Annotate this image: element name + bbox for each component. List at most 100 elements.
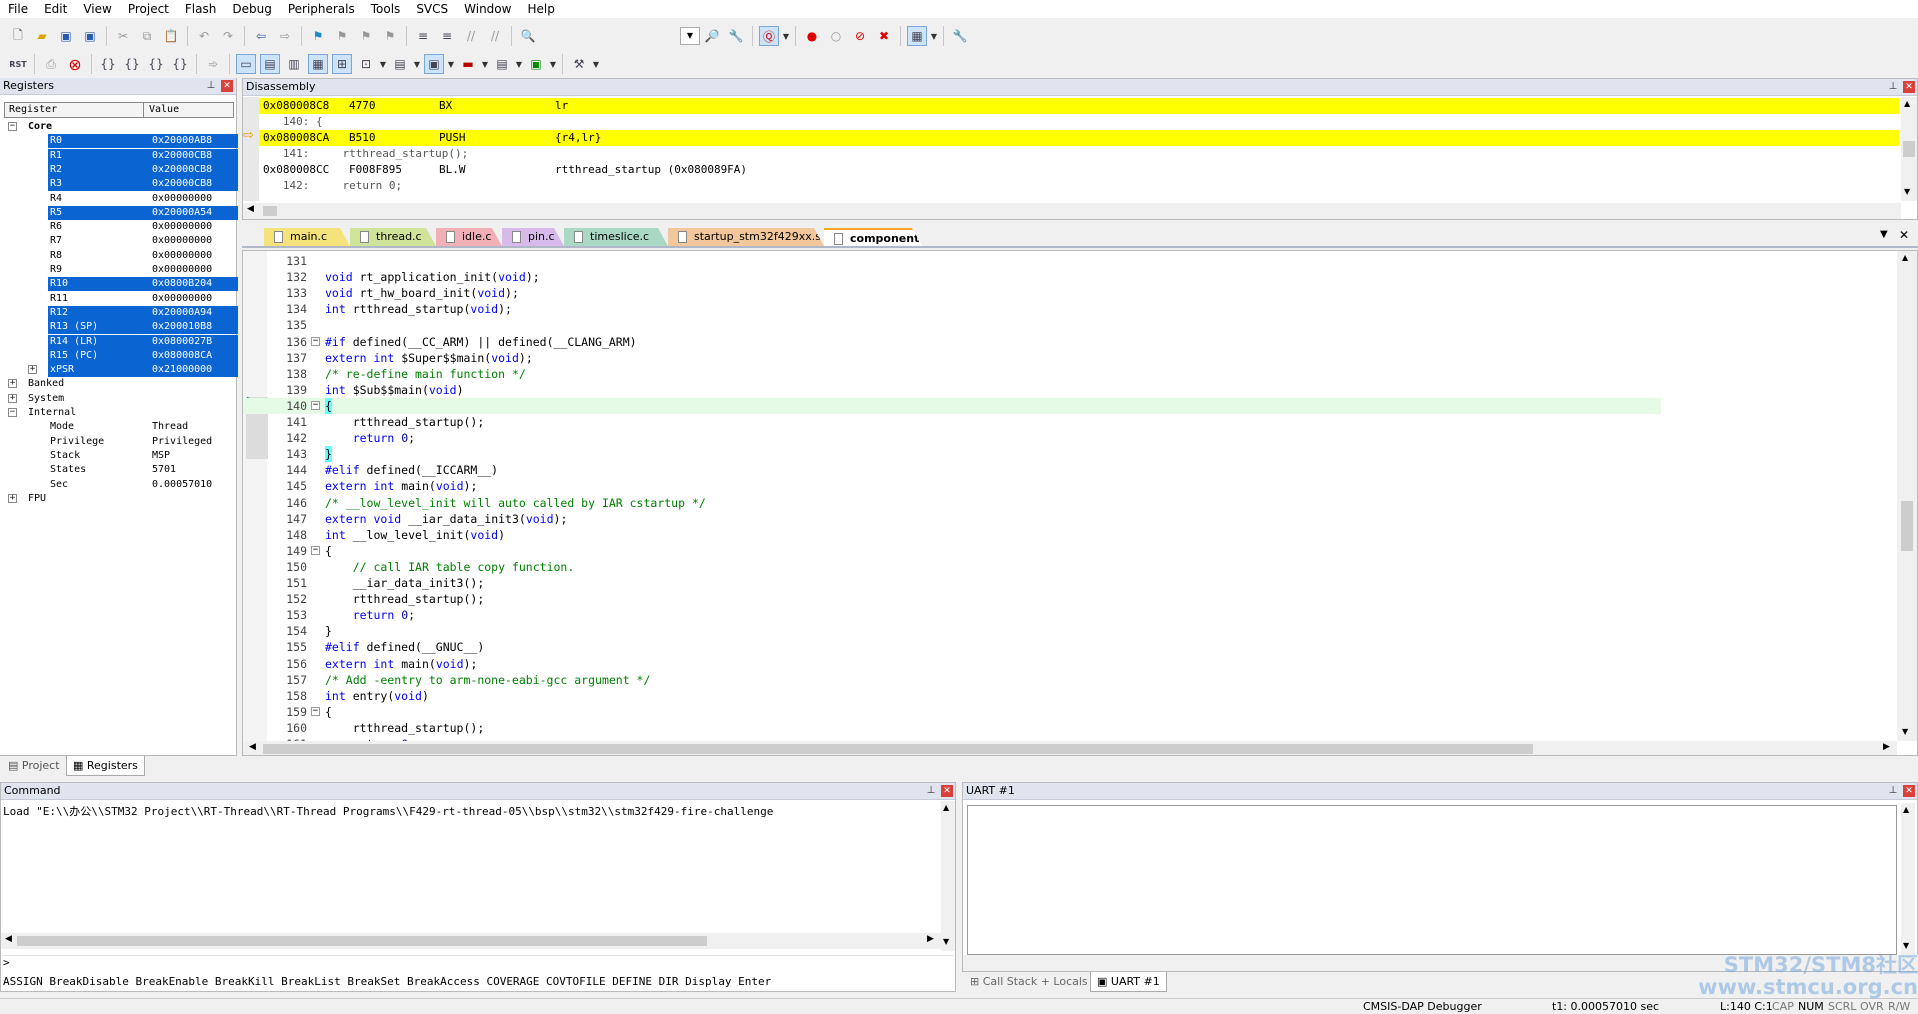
group-system[interactable]: System <box>4 392 238 406</box>
code-line[interactable]: 154} <box>243 623 1661 639</box>
internal-row[interactable]: Privilege Privileged <box>4 435 238 449</box>
code-line[interactable]: 142 return 0; <box>243 430 1661 446</box>
paste-icon[interactable]: 📋 <box>161 26 181 46</box>
pin-icon[interactable]: ⊥ <box>1887 81 1899 93</box>
register-row[interactable]: R9 0x00000000 <box>4 263 238 277</box>
code-line[interactable]: 150 // call IAR table copy function. <box>243 559 1661 575</box>
debug-session-icon[interactable]: Ⓠ <box>759 26 779 46</box>
find-combo-dropdown[interactable]: ▼ <box>680 27 700 45</box>
register-row[interactable]: R14 (LR) 0x0800027B <box>4 334 238 349</box>
register-row[interactable]: R2 0x20000CB8 <box>4 162 238 177</box>
register-row[interactable]: R15 (PC) 0x080008CA <box>4 348 238 363</box>
redo-icon[interactable]: ↷ <box>218 26 238 46</box>
register-row[interactable]: R7 0x00000000 <box>4 234 238 248</box>
tab-idle-c[interactable]: idle.c <box>436 228 502 246</box>
unindent-icon[interactable]: ≡ <box>437 26 457 46</box>
internal-row[interactable]: Mode Thread <box>4 420 238 434</box>
bookmark-clear-icon[interactable]: ⚑ <box>380 26 400 46</box>
tab-project[interactable]: ▤ Project <box>2 756 66 776</box>
command-input[interactable]: > <box>3 955 953 969</box>
close-icon[interactable]: ✕ <box>941 785 953 797</box>
code-line[interactable]: 145 extern int main(void); <box>243 478 1661 494</box>
tab-pin-c[interactable]: pin.c <box>502 228 564 246</box>
code-line[interactable]: 146 /* __low_level_init will auto called … <box>243 495 1661 511</box>
fold-toggle-icon[interactable]: − <box>311 545 320 555</box>
column-value[interactable]: Value <box>149 103 179 117</box>
code-line[interactable]: 137 extern int $Super$$main(void); <box>243 350 1661 366</box>
pin-icon[interactable]: ⊥ <box>1887 785 1899 797</box>
nav-back-icon[interactable]: ⇦ <box>251 26 271 46</box>
breakpoint-kill-all-icon[interactable]: ✖ <box>874 26 894 46</box>
disassembly-line[interactable]: 0x080008CC F008F895 BL.W rtthread_startup (… <box>259 162 1899 178</box>
group-internal[interactable]: Internal <box>4 406 238 420</box>
close-icon[interactable]: ✕ <box>1903 81 1915 93</box>
undo-icon[interactable]: ↶ <box>194 26 214 46</box>
configure-icon[interactable]: 🔧 <box>950 26 970 46</box>
register-row[interactable]: R10 0x0800B204 <box>4 277 238 292</box>
code-line[interactable]: 148 int __low_level_init(void) <box>243 527 1661 543</box>
cut-icon[interactable]: ✂ <box>113 26 133 46</box>
comment-icon[interactable]: // <box>461 26 481 46</box>
run-to-cursor-icon[interactable]: {} <box>170 54 190 74</box>
system-viewer-icon[interactable]: ▣ <box>526 54 546 74</box>
serial-window-icon[interactable]: ▣ <box>424 54 444 74</box>
register-row[interactable]: R3 0x20000CB8 <box>4 177 238 192</box>
step-over-icon[interactable]: {} <box>122 54 142 74</box>
trace-window-icon[interactable]: ▤ <box>492 54 512 74</box>
step-out-icon[interactable]: {} <box>146 54 166 74</box>
menu-flash[interactable]: Flash <box>177 0 224 18</box>
menu-tools[interactable]: Tools <box>363 0 409 18</box>
disassembly-line[interactable]: 140: { <box>259 114 1899 130</box>
register-row[interactable]: R13 (SP) 0x200010B8 <box>4 320 238 335</box>
group-banked[interactable]: Banked <box>4 377 238 391</box>
tab-uart-1[interactable]: ▣ UART #1 <box>1090 972 1167 992</box>
code-line[interactable]: 139 int $Sub$$main(void) <box>243 382 1661 398</box>
menu-window[interactable]: Window <box>456 0 519 18</box>
code-line[interactable]: 135 <box>243 317 1661 333</box>
code-line[interactable]: 144 #elif defined(__ICCARM__) <box>243 462 1661 478</box>
open-folder-icon[interactable]: ▰ <box>32 26 52 46</box>
stop-icon[interactable]: ⊗ <box>65 54 85 74</box>
uart-vscrollbar[interactable]: ▲ ▼ <box>1901 803 1915 955</box>
register-row[interactable]: R12 0x20000A94 <box>4 305 238 320</box>
tab-timeslice-c[interactable]: timeslice.c <box>564 228 668 246</box>
internal-row[interactable]: Stack MSP <box>4 449 238 463</box>
nav-forward-icon[interactable]: ⇨ <box>275 26 295 46</box>
pin-icon[interactable]: ⊥ <box>925 785 937 797</box>
show-next-statement-icon[interactable]: ➾ <box>203 54 223 74</box>
tab-components-c[interactable]: components.c <box>824 228 922 246</box>
breakpoint-icon[interactable]: ● <box>802 26 822 46</box>
memory-window-icon[interactable]: ▤ <box>390 54 410 74</box>
code-line[interactable]: 140−{ <box>243 397 1661 414</box>
code-editor[interactable]: ▷ 131132void rt_application_init(void);1… <box>242 250 1918 756</box>
close-icon[interactable]: ✕ <box>1903 785 1915 797</box>
code-line[interactable]: 132 void rt_application_init(void); <box>243 269 1661 285</box>
watch-window-icon[interactable]: ⊡ <box>356 54 376 74</box>
code-line[interactable]: 152 rtthread_startup(); <box>243 591 1661 607</box>
run-icon[interactable]: ⎙ <box>41 54 61 74</box>
editor-hscrollbar[interactable]: ◀ ▶ <box>243 741 1897 755</box>
symbols-window-icon[interactable]: ▥ <box>284 54 304 74</box>
code-line[interactable]: 156 extern int main(void); <box>243 656 1661 672</box>
code-line[interactable]: 155 #elif defined(__GNUC__) <box>243 639 1661 655</box>
disassembly-vscrollbar[interactable]: ▲ ▼ <box>1901 97 1917 201</box>
column-register[interactable]: Register <box>9 103 57 117</box>
toolbox-icon[interactable]: ⚒ <box>569 54 589 74</box>
step-into-icon[interactable]: {} <box>98 54 118 74</box>
register-row[interactable]: xPSR 0x21000000 <box>4 363 238 378</box>
disassembly-line[interactable]: 142: return 0; <box>259 178 1899 194</box>
code-line[interactable]: 158 int entry(void) <box>243 688 1661 704</box>
code-line[interactable]: 131 <box>243 253 1661 269</box>
menu-help[interactable]: Help <box>519 0 562 18</box>
uncomment-icon[interactable]: // <box>485 26 505 46</box>
register-row[interactable]: R4 0x00000000 <box>4 192 238 206</box>
code-line[interactable]: 157 /* Add -eentry to arm-none-eabi-gcc a… <box>243 672 1661 688</box>
menu-peripherals[interactable]: Peripherals <box>280 0 363 18</box>
command-vscrollbar[interactable]: ▲ ▼ <box>941 801 955 951</box>
code-line[interactable]: 153 return 0; <box>243 607 1661 623</box>
close-tab-icon[interactable]: ✕ <box>1899 228 1909 242</box>
register-row[interactable]: R8 0x00000000 <box>4 249 238 263</box>
register-row[interactable]: R5 0x20000A54 <box>4 205 238 220</box>
breakpoint-disable-icon[interactable]: ○ <box>826 26 846 46</box>
uart-output[interactable] <box>967 805 1897 955</box>
